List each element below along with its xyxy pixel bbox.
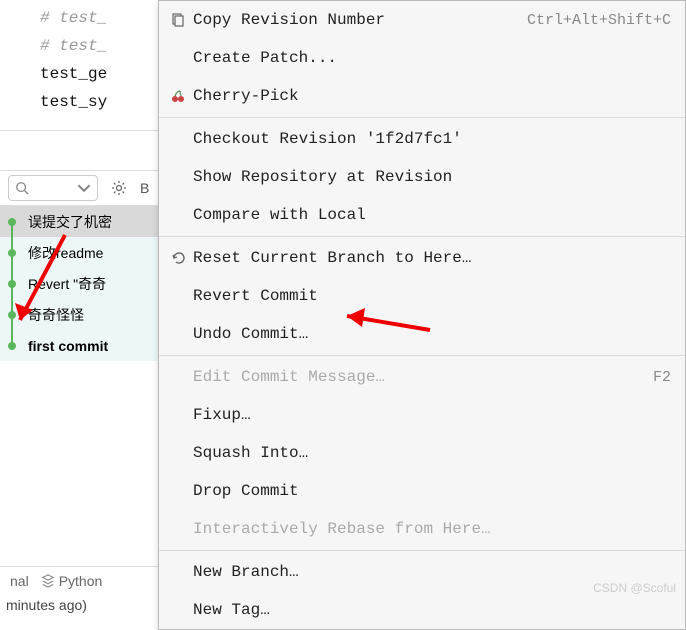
menu-interactive-rebase: Interactively Rebase from Here… (159, 510, 685, 548)
watermark: CSDN @Scoful (593, 581, 676, 595)
menu-edit-commit-message: Edit Commit Message… F2 (159, 358, 685, 396)
menu-show-repo[interactable]: Show Repository at Revision (159, 158, 685, 196)
commit-message: Revert "奇奇 (22, 274, 106, 294)
commit-dot (8, 342, 16, 350)
menu-compare-local[interactable]: Compare with Local (159, 196, 685, 234)
timestamp-text: minutes ago) (0, 595, 93, 615)
bottom-bar: nal Python (0, 566, 160, 595)
cherry-icon (167, 88, 189, 104)
search-icon (15, 181, 29, 195)
menu-squash-into[interactable]: Squash Into… (159, 434, 685, 472)
menu-create-patch[interactable]: Create Patch... (159, 39, 685, 77)
menu-separator (159, 236, 685, 237)
graph-column (2, 206, 22, 237)
commit-message: first commit (22, 338, 108, 354)
commit-message: 误提交了机密 (22, 212, 112, 232)
commit-dot (8, 311, 16, 319)
terminal-tab[interactable]: nal (10, 573, 29, 589)
search-input[interactable] (8, 175, 98, 201)
stack-icon (41, 574, 55, 588)
commit-dot (8, 249, 16, 257)
menu-separator (159, 117, 685, 118)
settings-button[interactable] (106, 175, 132, 201)
menu-fixup[interactable]: Fixup… (159, 396, 685, 434)
menu-checkout-revision[interactable]: Checkout Revision '1f2d7fc1' (159, 120, 685, 158)
commit-dot (8, 218, 16, 226)
chevron-down-icon (77, 181, 91, 195)
python-console-tab[interactable]: Python (41, 573, 103, 589)
branch-filter[interactable]: B (140, 180, 149, 196)
graph-column (2, 299, 22, 330)
menu-drop-commit[interactable]: Drop Commit (159, 472, 685, 510)
menu-revert-commit[interactable]: Revert Commit (159, 277, 685, 315)
graph-column (2, 237, 22, 268)
menu-copy-revision[interactable]: Copy Revision Number Ctrl+Alt+Shift+C (159, 1, 685, 39)
commit-message: 奇奇怪怪 (22, 305, 84, 325)
graph-column (2, 330, 22, 361)
gear-icon (111, 180, 127, 196)
menu-separator (159, 550, 685, 551)
menu-reset-branch[interactable]: Reset Current Branch to Here… (159, 239, 685, 277)
menu-new-tag[interactable]: New Tag… (159, 591, 685, 629)
commit-dot (8, 280, 16, 288)
context-menu: Copy Revision Number Ctrl+Alt+Shift+C Cr… (158, 0, 686, 630)
menu-cherry-pick[interactable]: Cherry-Pick (159, 77, 685, 115)
undo-icon (167, 250, 189, 266)
menu-undo-commit[interactable]: Undo Commit… (159, 315, 685, 353)
graph-column (2, 268, 22, 299)
copy-icon (167, 12, 189, 28)
menu-separator (159, 355, 685, 356)
commit-message: 修改readme (22, 243, 103, 263)
